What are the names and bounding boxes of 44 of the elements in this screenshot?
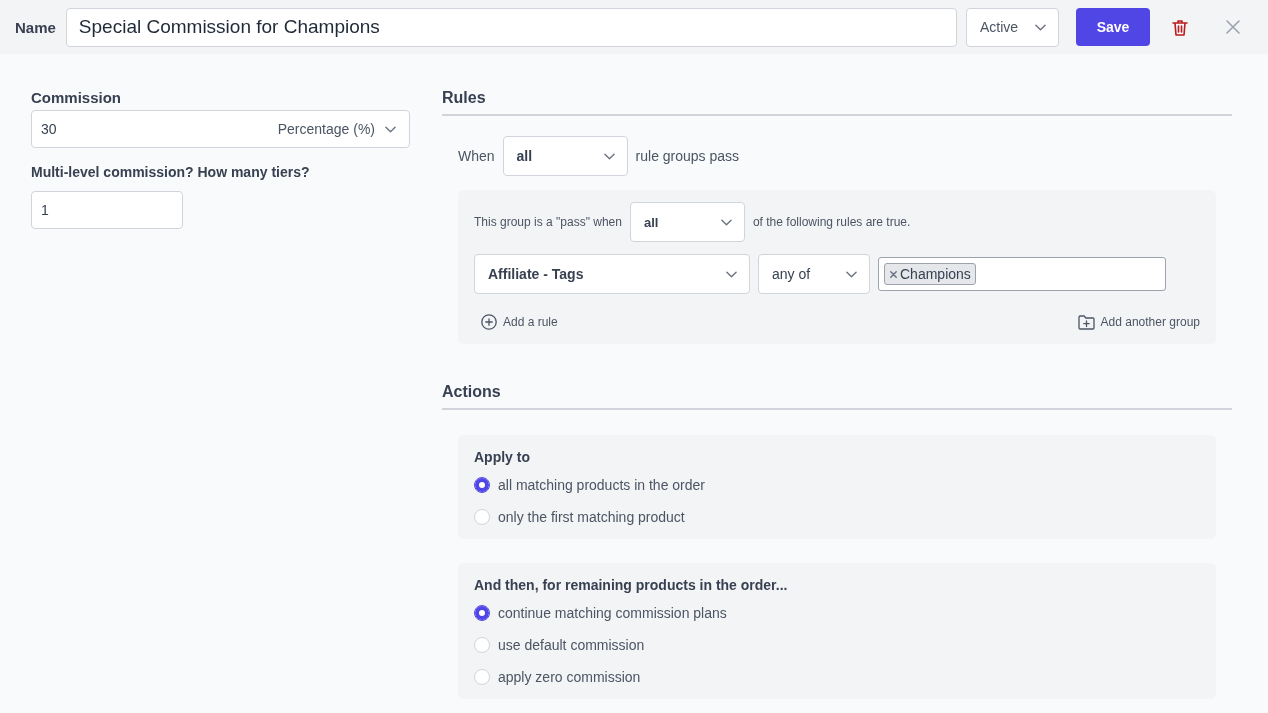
option-label: use default commission bbox=[498, 637, 645, 653]
save-button[interactable]: Save bbox=[1076, 8, 1150, 46]
options-title: Apply to bbox=[474, 448, 531, 466]
option-label: all matching products in the order bbox=[498, 477, 705, 493]
actions-heading: Actions bbox=[442, 382, 1232, 410]
chevron-down-icon bbox=[720, 218, 732, 226]
plus-circle-icon bbox=[481, 314, 497, 330]
commission-input[interactable]: 30 bbox=[32, 121, 272, 137]
name-input[interactable]: Special Commission for Champions bbox=[65, 7, 957, 47]
tags-field[interactable]: Champions bbox=[878, 257, 1166, 291]
option-label: only the first matching product bbox=[498, 509, 685, 525]
name-label: Name bbox=[15, 18, 56, 36]
add-group-button[interactable]: Add another group bbox=[1077, 314, 1200, 330]
chevron-down-icon bbox=[726, 270, 737, 278]
option-label: continue matching commission plans bbox=[498, 605, 727, 621]
close-icon[interactable] bbox=[1226, 20, 1240, 34]
radio-button[interactable] bbox=[474, 605, 490, 621]
match-select[interactable]: all bbox=[502, 136, 628, 176]
radio-button[interactable] bbox=[474, 477, 490, 493]
add-rule-button[interactable]: Add a rule bbox=[481, 314, 558, 330]
commission-field[interactable]: 30 Percentage (%) bbox=[31, 110, 410, 148]
remove-icon[interactable] bbox=[890, 270, 897, 278]
group-match-select[interactable]: all bbox=[629, 202, 745, 242]
when-suffix: rule groups pass bbox=[635, 148, 740, 164]
options-title: And then, for remaining products in the order... bbox=[474, 576, 789, 594]
option-label: apply zero commission bbox=[498, 669, 641, 685]
chevron-down-icon bbox=[1035, 23, 1046, 31]
rules-heading: Rules bbox=[442, 88, 1232, 116]
status-select[interactable]: Active bbox=[966, 7, 1059, 47]
group-suffix: of the following rules are true. bbox=[752, 215, 911, 229]
tiers-input[interactable]: 1 bbox=[31, 191, 183, 229]
group-prefix: This group is a "pass" when bbox=[474, 215, 622, 229]
chevron-down-icon bbox=[846, 270, 857, 278]
tag-chip[interactable]: Champions bbox=[884, 263, 976, 285]
chevron-down-icon bbox=[385, 125, 396, 133]
folder-plus-icon bbox=[1077, 314, 1095, 330]
rule-operator-select[interactable]: any of bbox=[758, 254, 870, 294]
commission-type-select[interactable]: Percentage (%) bbox=[271, 121, 409, 137]
rule-field-select[interactable]: Affiliate - Tags bbox=[474, 254, 750, 294]
trash-icon[interactable] bbox=[1172, 18, 1188, 36]
when-label: When bbox=[458, 148, 495, 164]
chevron-down-icon bbox=[603, 152, 615, 160]
commission-label: Commission bbox=[31, 88, 122, 108]
tiers-label: Multi-level commission? How many tiers? bbox=[31, 163, 311, 181]
